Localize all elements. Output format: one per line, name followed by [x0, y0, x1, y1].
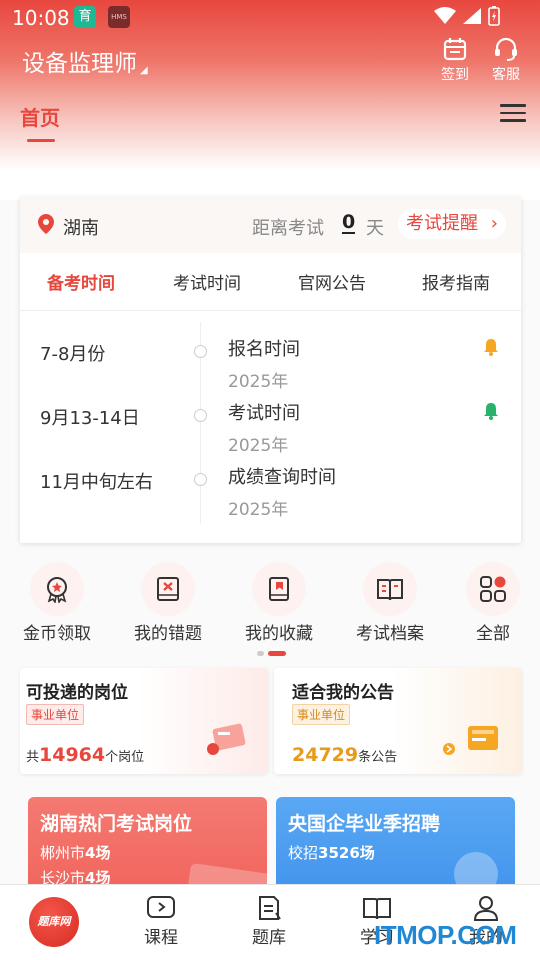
calendar-icon: [443, 38, 467, 61]
timeline-dot: [194, 473, 207, 486]
quick-action-label: 金币领取: [23, 624, 91, 644]
timeline-date: 11月中旬左右: [40, 472, 153, 493]
wifi-icon: [434, 7, 456, 24]
tab-apply-guide[interactable]: 报考指南: [422, 269, 490, 294]
wrong-book-icon: [157, 577, 179, 601]
location-label[interactable]: 湖南: [63, 214, 99, 240]
chevron-right-icon: ›: [490, 213, 498, 234]
location-pin-icon: [38, 214, 54, 234]
distance-label: 距离考试: [252, 218, 324, 239]
jobs-decor-icon: [207, 723, 246, 755]
archive-book-icon: [377, 579, 403, 601]
timeline-title: 考试时间: [228, 403, 300, 424]
nav-question-bank[interactable]: 题库: [239, 895, 299, 948]
battery-icon: [488, 6, 500, 26]
status-icons: [434, 6, 500, 26]
tab-prep-time[interactable]: 备考时间: [47, 269, 115, 294]
jobs-card-title: 可投递的岗位: [26, 683, 128, 703]
quick-action-exam-archive[interactable]: 考试档案: [340, 562, 440, 644]
timeline-date: 9月13-14日: [40, 408, 140, 429]
play-video-icon: [147, 896, 175, 918]
nav-courses[interactable]: 课程: [131, 895, 191, 948]
tab-home[interactable]: 首页: [20, 102, 60, 131]
timeline-date: 7-8月份: [40, 344, 106, 365]
nav-label: 题库: [252, 928, 286, 948]
tab-exam-time[interactable]: 考试时间: [173, 269, 241, 294]
coin-badge-icon: [47, 577, 67, 603]
status-bar: 10:08 育 HMS: [0, 0, 540, 36]
open-book-icon: [363, 898, 391, 920]
exam-reminder-label: 考试提醒: [406, 213, 478, 234]
dropdown-caret-icon: ◢: [140, 65, 148, 76]
signal-icon: [463, 8, 481, 24]
menu-icon[interactable]: [500, 104, 526, 124]
favorite-book-icon: [269, 577, 289, 601]
timeline-title: 成绩查询时间: [228, 467, 336, 488]
jobs-card-tag: 事业单位: [26, 704, 85, 725]
exam-reminder-button[interactable]: 考试提醒 ›: [398, 209, 506, 239]
timeline-dot: [194, 409, 207, 422]
promo-title: 央国企毕业季招聘: [288, 813, 441, 835]
notices-decor-icon: [443, 726, 498, 755]
promo-title: 湖南热门考试岗位: [40, 813, 193, 835]
exam-category-selector[interactable]: 设备监理师 ◢: [22, 44, 148, 78]
nav-label: 课程: [144, 928, 178, 948]
quick-action-all[interactable]: 全部: [443, 562, 540, 644]
headset-icon: [495, 37, 517, 61]
promo-line: 校招3526场: [288, 844, 375, 862]
watermark: ITMOP.COM: [374, 920, 517, 950]
bell-icon[interactable]: [483, 338, 499, 356]
service-label: 客服: [492, 67, 520, 83]
timeline-year: 2025年: [228, 372, 289, 392]
notices-card-tag: 事业单位: [292, 704, 351, 725]
promo-line: 郴州市4场: [40, 844, 111, 862]
quick-action-label: 我的错题: [134, 624, 202, 644]
notices-card[interactable]: 适合我的公告 事业单位 24729条公告: [274, 668, 522, 774]
quick-action-label: 考试档案: [356, 624, 424, 644]
exam-schedule-card: 湖南 距离考试 0 天 考试提醒 › 备考时间 考试时间 官网公告 报考指南 7…: [20, 197, 521, 543]
hms-notification-icon: HMS: [108, 6, 130, 28]
tab-official-notice[interactable]: 官网公告: [298, 269, 366, 294]
app-logo-button[interactable]: 题库网: [29, 897, 79, 947]
quick-action-wrong-questions[interactable]: 我的错题: [118, 562, 218, 644]
jobs-card[interactable]: 可投递的岗位 事业单位 共14964个岗位: [20, 668, 268, 774]
user-icon: [473, 896, 499, 921]
distance-unit: 天: [366, 218, 384, 239]
app-notification-icon: 育: [74, 6, 96, 28]
timeline-title: 报名时间: [228, 339, 300, 360]
quick-action-label: 全部: [476, 624, 510, 644]
quick-action-coins[interactable]: 金币领取: [7, 562, 107, 644]
timeline-year: 2025年: [228, 500, 289, 520]
notices-card-count: 24729条公告: [292, 744, 398, 766]
quick-actions: 金币领取 我的错题 我的收藏 考试档案 全部: [0, 562, 540, 652]
exam-category-title: 设备监理师: [22, 51, 137, 77]
all-apps-icon: [480, 576, 506, 602]
bell-icon[interactable]: [483, 402, 499, 420]
timeline-year: 2025年: [228, 436, 289, 456]
quick-action-label: 我的收藏: [245, 624, 313, 644]
distance-days: 0: [342, 211, 356, 234]
document-icon: [259, 896, 281, 920]
tab-home-indicator: [27, 139, 55, 142]
checkin-button[interactable]: 签到: [435, 36, 475, 84]
checkin-label: 签到: [441, 67, 469, 83]
exam-subtabs: 备考时间 考试时间 官网公告 报考指南: [20, 253, 521, 311]
jobs-card-count: 共14964个岗位: [26, 744, 145, 766]
timeline-dot: [194, 345, 207, 358]
quick-action-favorites[interactable]: 我的收藏: [229, 562, 329, 644]
status-time: 10:08: [12, 6, 70, 30]
customer-service-button[interactable]: 客服: [486, 36, 526, 84]
notices-card-title: 适合我的公告: [292, 683, 394, 703]
exam-card-header: 湖南 距离考试 0 天 考试提醒 ›: [20, 197, 521, 253]
